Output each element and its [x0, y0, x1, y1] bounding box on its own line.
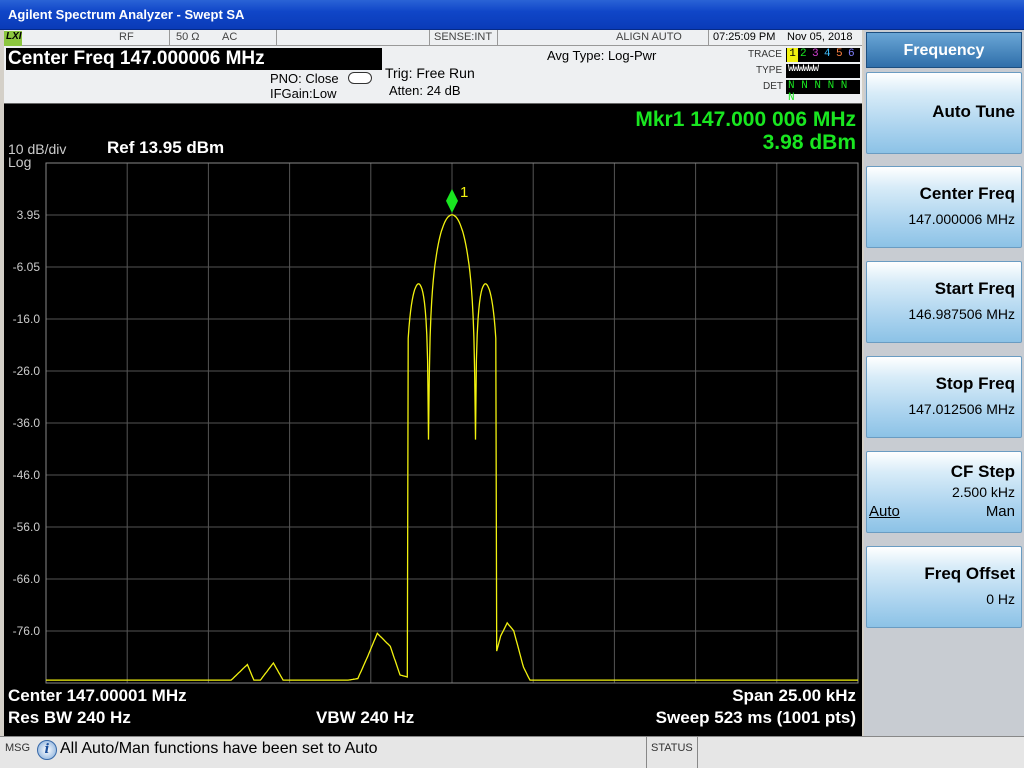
sense-indicator: SENSE:INT	[434, 31, 493, 43]
info-icon: i	[37, 740, 57, 760]
measurement-header: Center Freq 147.000006 MHz PNO: Close IF…	[4, 46, 862, 104]
start-freq-button[interactable]: Start Freq 146.987506 MHz	[866, 261, 1022, 343]
ifgain-setting: IFGain:Low	[270, 86, 337, 101]
msg-label: MSG	[5, 742, 31, 754]
status-strip: LXI RF 50 Ω AC SENSE:INT ALIGN AUTO 07:2…	[4, 30, 862, 46]
trace-types: WWWWWW	[786, 64, 860, 78]
pno-setting: PNO: Close	[270, 71, 339, 86]
cf-step-auto: Auto	[869, 503, 900, 520]
marker-number: 1	[460, 184, 468, 201]
span: Span 25.00 kHz	[732, 686, 856, 705]
freq-offset-button[interactable]: Freq Offset 0 Hz	[866, 546, 1022, 628]
clock-date: Nov 05, 2018	[787, 31, 853, 43]
menu-title: Frequency	[866, 32, 1022, 68]
atten-setting: Atten: 24 dB	[389, 83, 461, 98]
detector-types: N N N N N N	[786, 80, 860, 104]
stop-freq-button[interactable]: Stop Freq 147.012506 MHz	[866, 356, 1022, 438]
clock-time: 07:25:09 PM	[713, 31, 776, 43]
impedance-indicator: 50 Ω	[176, 31, 200, 43]
sweep-time: Sweep 523 ms (1001 pts)	[655, 708, 856, 727]
trig-setting: Trig: Free Run	[385, 65, 475, 81]
center-freq-button[interactable]: Center Freq 147.000006 MHz	[866, 166, 1022, 248]
cf-step-man: Man	[985, 503, 1015, 520]
det-label: DET	[763, 81, 783, 92]
lxi-icon: LXI	[4, 31, 22, 46]
softkey-panel: Frequency Auto Tune Center Freq 147.0000…	[864, 30, 1024, 736]
y-tick-label: -76.0	[13, 624, 41, 638]
avg-type: Avg Type: Log-Pwr	[547, 48, 657, 63]
marker-diamond	[446, 188, 458, 213]
message-bar: MSG i All Auto/Man functions have been s…	[0, 736, 1024, 768]
spectrum-graticule: 3.95 -6.05 -16.0 -26.0 -36.0 -46.0 -56.0 -66.0 -…	[13, 162, 859, 684]
coupling-indicator: AC	[222, 31, 238, 43]
type-label: TYPE	[756, 65, 783, 76]
trace-label: TRACE	[748, 49, 782, 60]
resolution-bandwidth: Res BW 240 Hz	[8, 708, 131, 727]
y-tick-label: -56.0	[13, 520, 41, 534]
trigger-icon	[348, 72, 372, 84]
trace-numbers: 1 2 3 4 5 6	[786, 48, 860, 62]
title-bar: Agilent Spectrum Analyzer - Swept SA	[0, 0, 1024, 30]
y-tick-label: -46.0	[13, 468, 41, 482]
y-tick-label: -6.05	[13, 260, 41, 274]
y-tick-label: -66.0	[13, 572, 41, 586]
y-tick-label: -26.0	[13, 364, 41, 378]
y-tick-label: -16.0	[13, 312, 41, 326]
align-indicator: ALIGN AUTO	[616, 31, 682, 43]
y-tick-label: 3.95	[17, 208, 41, 222]
spectrum-display: Mkr1 147.000 006 MHz 3.98 dBm 10 dB/div …	[4, 104, 862, 736]
video-bandwidth: VBW 240 Hz	[316, 708, 415, 727]
rf-indicator: RF	[119, 31, 134, 43]
window-title: Agilent Spectrum Analyzer - Swept SA	[8, 7, 245, 22]
auto-tune-button[interactable]: Auto Tune	[866, 72, 1022, 154]
y-tick-label: -36.0	[13, 416, 41, 430]
center-frequency: Center 147.00001 MHz	[8, 686, 187, 705]
status-label: STATUS	[651, 742, 693, 754]
status-message: All Auto/Man functions have been set to …	[60, 740, 378, 757]
center-freq-display[interactable]: Center Freq 147.000006 MHz	[6, 48, 382, 70]
cf-step-button[interactable]: CF Step 2.500 kHz Auto Man	[866, 451, 1022, 533]
